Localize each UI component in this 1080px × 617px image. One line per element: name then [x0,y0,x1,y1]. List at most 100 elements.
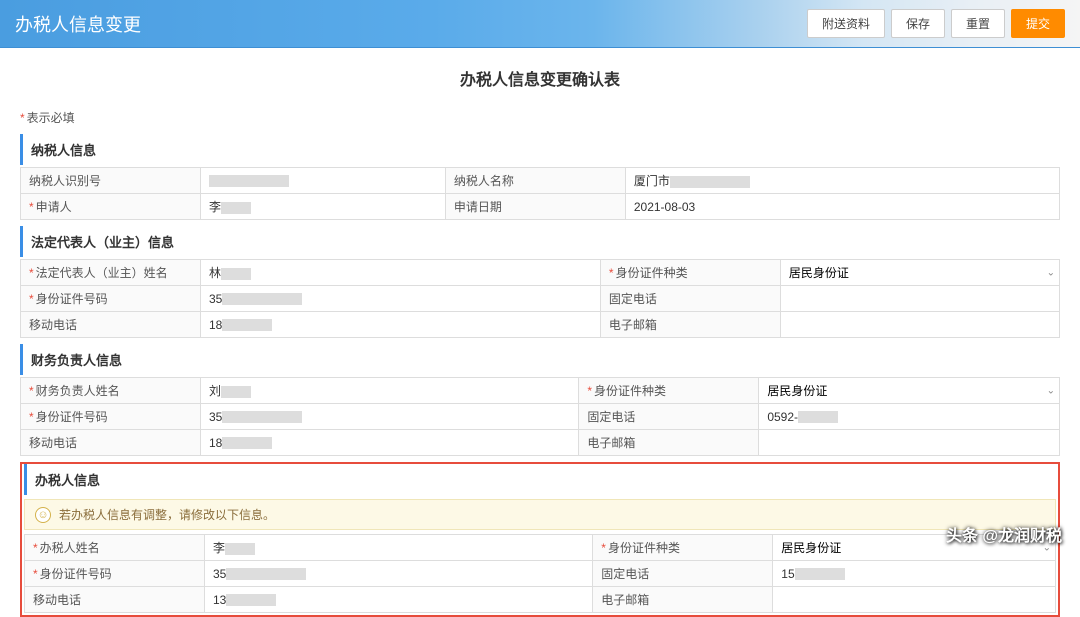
section-legal-rep-title: 法定代表人（业主）信息 [20,226,1060,257]
section-tax-agent: 办税人信息 ☺ 若办税人信息有调整，请修改以下信息。 *办税人姓名 李 *身份证… [20,462,1060,617]
agent-idnum-value[interactable]: 35 [205,561,593,587]
agent-email-value[interactable] [773,587,1056,613]
legal-rep-mobile-label: 移动电话 [21,312,201,338]
tax-agent-info-banner: ☺ 若办税人信息有调整，请修改以下信息。 [24,499,1056,530]
legal-rep-mobile-value[interactable]: 18 [201,312,601,338]
legal-rep-name-label: *法定代表人（业主）姓名 [21,260,201,286]
required-star: * [20,111,25,125]
watermark-text: 头条 @龙润财税 [946,522,1062,546]
page-title: 办税人信息变更 [15,11,141,37]
legal-rep-email-value[interactable] [780,312,1059,338]
table-row: 移动电话 18 电子邮箱 [21,430,1060,456]
legal-rep-idnum-value[interactable]: 35 [201,286,601,312]
submit-button[interactable]: 提交 [1011,9,1065,38]
save-button[interactable]: 保存 [891,9,945,38]
legal-rep-email-label: 电子邮箱 [600,312,780,338]
redacted-block [222,437,272,449]
taxpayer-id-value[interactable] [201,168,446,194]
legal-rep-fixedphone-value[interactable] [780,286,1059,312]
attachment-button[interactable]: 附送资料 [807,9,885,38]
table-row: *身份证件号码 35 固定电话 [21,286,1060,312]
required-text: 表示必填 [27,111,75,125]
smile-icon: ☺ [35,507,51,523]
finance-idtype-label: *身份证件种类 [579,378,759,404]
table-row: *法定代表人（业主）姓名 林 *身份证件种类 居民身份证⌄ [21,260,1060,286]
page-header: 办税人信息变更 附送资料 保存 重置 提交 [0,0,1080,48]
header-actions: 附送资料 保存 重置 提交 [807,9,1065,38]
watermark: 头条 @龙润财税 [946,522,1062,546]
finance-idnum-label: *身份证件号码 [21,404,201,430]
applicant-value[interactable]: 李 [201,194,446,220]
finance-fixedphone-label: 固定电话 [579,404,759,430]
agent-fixedphone-value[interactable]: 15 [773,561,1056,587]
agent-email-label: 电子邮箱 [593,587,773,613]
table-row: *财务负责人姓名 刘 *身份证件种类 居民身份证⌄ [21,378,1060,404]
redacted-block [209,175,289,187]
applicant-prefix: 李 [209,200,221,214]
finance-mobile-value[interactable]: 18 [201,430,579,456]
finance-name-label: *财务负责人姓名 [21,378,201,404]
legal-rep-idnum-label: *身份证件号码 [21,286,201,312]
chevron-down-icon: ⌄ [1047,267,1055,278]
apply-date-input[interactable] [634,200,1051,214]
redacted-block [221,386,251,398]
table-row: *申请人 李 申请日期 [21,194,1060,220]
section-taxpayer-title: 纳税人信息 [20,134,1060,165]
taxpayer-name-label: 纳税人名称 [445,168,625,194]
finance-email-value[interactable] [759,430,1060,456]
required-note: *表示必填 [20,104,1060,134]
redacted-block [226,594,276,606]
agent-idtype-label: *身份证件种类 [593,535,773,561]
finance-idnum-value[interactable]: 35 [201,404,579,430]
finance-mobile-label: 移动电话 [21,430,201,456]
redacted-block [221,202,251,214]
table-row: *身份证件号码 35 固定电话 0592- [21,404,1060,430]
taxpayer-name-value[interactable]: 厦门市 [625,168,1059,194]
redacted-block [795,568,845,580]
redacted-block [798,411,838,423]
applicant-label: *申请人 [21,194,201,220]
page-subtitle: 办税人信息变更确认表 [20,48,1060,104]
table-row: *身份证件号码 35 固定电话 15 [25,561,1056,587]
section-finance-head: 财务负责人信息 *财务负责人姓名 刘 *身份证件种类 居民身份证⌄ *身份证件号… [20,344,1060,456]
redacted-block [222,319,272,331]
table-row: 移动电话 18 电子邮箱 [21,312,1060,338]
finance-email-label: 电子邮箱 [579,430,759,456]
taxpayer-id-label: 纳税人识别号 [21,168,201,194]
table-row: *办税人姓名 李 *身份证件种类 居民身份证⌄ [25,535,1056,561]
redacted-block [226,568,306,580]
redacted-block [221,268,251,280]
apply-date-value[interactable] [625,194,1059,220]
legal-rep-idtype-select[interactable]: 居民身份证⌄ [780,260,1059,286]
taxpayer-name-prefix: 厦门市 [634,174,670,188]
tax-agent-table: *办税人姓名 李 *身份证件种类 居民身份证⌄ *身份证件号码 35 固定电话 … [24,534,1056,613]
section-legal-rep: 法定代表人（业主）信息 *法定代表人（业主）姓名 林 *身份证件种类 居民身份证… [20,226,1060,338]
finance-idtype-select[interactable]: 居民身份证⌄ [759,378,1060,404]
section-tax-agent-title: 办税人信息 [24,464,1056,495]
agent-mobile-label: 移动电话 [25,587,205,613]
redacted-block [222,411,302,423]
table-row: 移动电话 13 电子邮箱 [25,587,1056,613]
finance-fixedphone-value[interactable]: 0592- [759,404,1060,430]
agent-name-value[interactable]: 李 [205,535,593,561]
agent-idnum-label: *身份证件号码 [25,561,205,587]
reset-button[interactable]: 重置 [951,9,1005,38]
legal-rep-table: *法定代表人（业主）姓名 林 *身份证件种类 居民身份证⌄ *身份证件号码 35… [20,259,1060,338]
redacted-block [670,176,750,188]
agent-name-label: *办税人姓名 [25,535,205,561]
section-finance-head-title: 财务负责人信息 [20,344,1060,375]
agent-mobile-value[interactable]: 13 [205,587,593,613]
content-area: 办税人信息变更确认表 *表示必填 纳税人信息 纳税人识别号 纳税人名称 厦门市 … [0,48,1080,617]
banner-text: 若办税人信息有调整，请修改以下信息。 [59,506,275,523]
section-taxpayer: 纳税人信息 纳税人识别号 纳税人名称 厦门市 *申请人 李 申请日期 [20,134,1060,220]
legal-rep-name-value[interactable]: 林 [201,260,601,286]
redacted-block [222,293,302,305]
chevron-down-icon: ⌄ [1047,385,1055,396]
finance-name-value[interactable]: 刘 [201,378,579,404]
taxpayer-table: 纳税人识别号 纳税人名称 厦门市 *申请人 李 申请日期 [20,167,1060,220]
agent-fixedphone-label: 固定电话 [593,561,773,587]
redacted-block [225,543,255,555]
apply-date-label: 申请日期 [445,194,625,220]
legal-rep-idtype-label: *身份证件种类 [600,260,780,286]
finance-head-table: *财务负责人姓名 刘 *身份证件种类 居民身份证⌄ *身份证件号码 35 固定电… [20,377,1060,456]
